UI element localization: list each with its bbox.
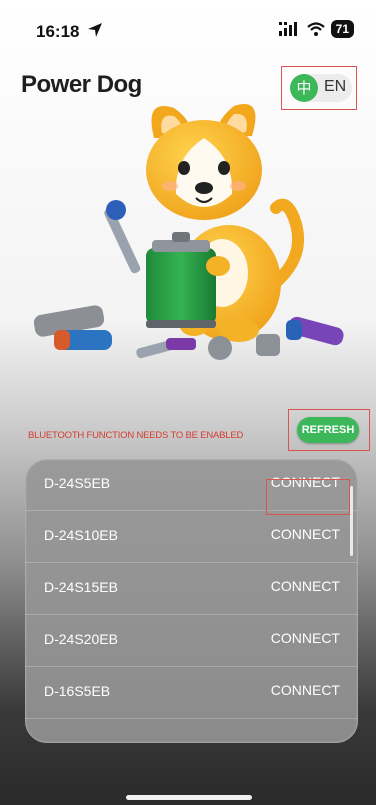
device-row[interactable]: D-24S10EB CONNECT (25, 511, 358, 563)
connect-highlight (266, 479, 350, 515)
connect-button[interactable]: CONNECT (271, 682, 340, 698)
device-row[interactable]: D-16S5EB CONNECT (25, 667, 358, 719)
app-title: Power Dog (21, 71, 142, 98)
device-name: D-24S15EB (44, 579, 118, 595)
wifi-icon (306, 22, 325, 36)
device-list[interactable]: D-24S5EB CONNECT D-24S10EB CONNECT D-24S… (25, 459, 358, 743)
device-name: D-24S10EB (44, 527, 118, 543)
status-icons: 71 (278, 20, 354, 38)
location-arrow-icon (88, 23, 102, 37)
refresh-highlight: REFRESH (288, 409, 370, 451)
device-row[interactable]: D-24S15EB CONNECT (25, 563, 358, 615)
status-time: 16:18 (36, 22, 80, 41)
language-option-en[interactable]: EN (324, 78, 346, 96)
device-name: D-16S5EB (44, 683, 111, 699)
refresh-button[interactable]: REFRESH (297, 417, 359, 443)
device-name: D-24S5EB (44, 475, 111, 491)
device-list-scrollbar[interactable] (350, 486, 353, 556)
connect-button[interactable]: CONNECT (271, 630, 340, 646)
connect-button[interactable]: CONNECT (271, 578, 340, 594)
cellular-signal-icon (278, 22, 297, 36)
device-name: D-24S20EB (44, 631, 118, 647)
bluetooth-warning: BLUETOOTH FUNCTION NEEDS TO BE ENABLED (28, 430, 244, 441)
battery-icon: 71 (330, 20, 354, 38)
status-bar: 16:18 71 (0, 0, 376, 60)
power-dog-mascot-illustration (33, 104, 344, 360)
connect-button[interactable]: CONNECT (271, 526, 340, 542)
device-row[interactable]: D-24S20EB CONNECT (25, 615, 358, 667)
home-indicator[interactable] (126, 795, 252, 800)
